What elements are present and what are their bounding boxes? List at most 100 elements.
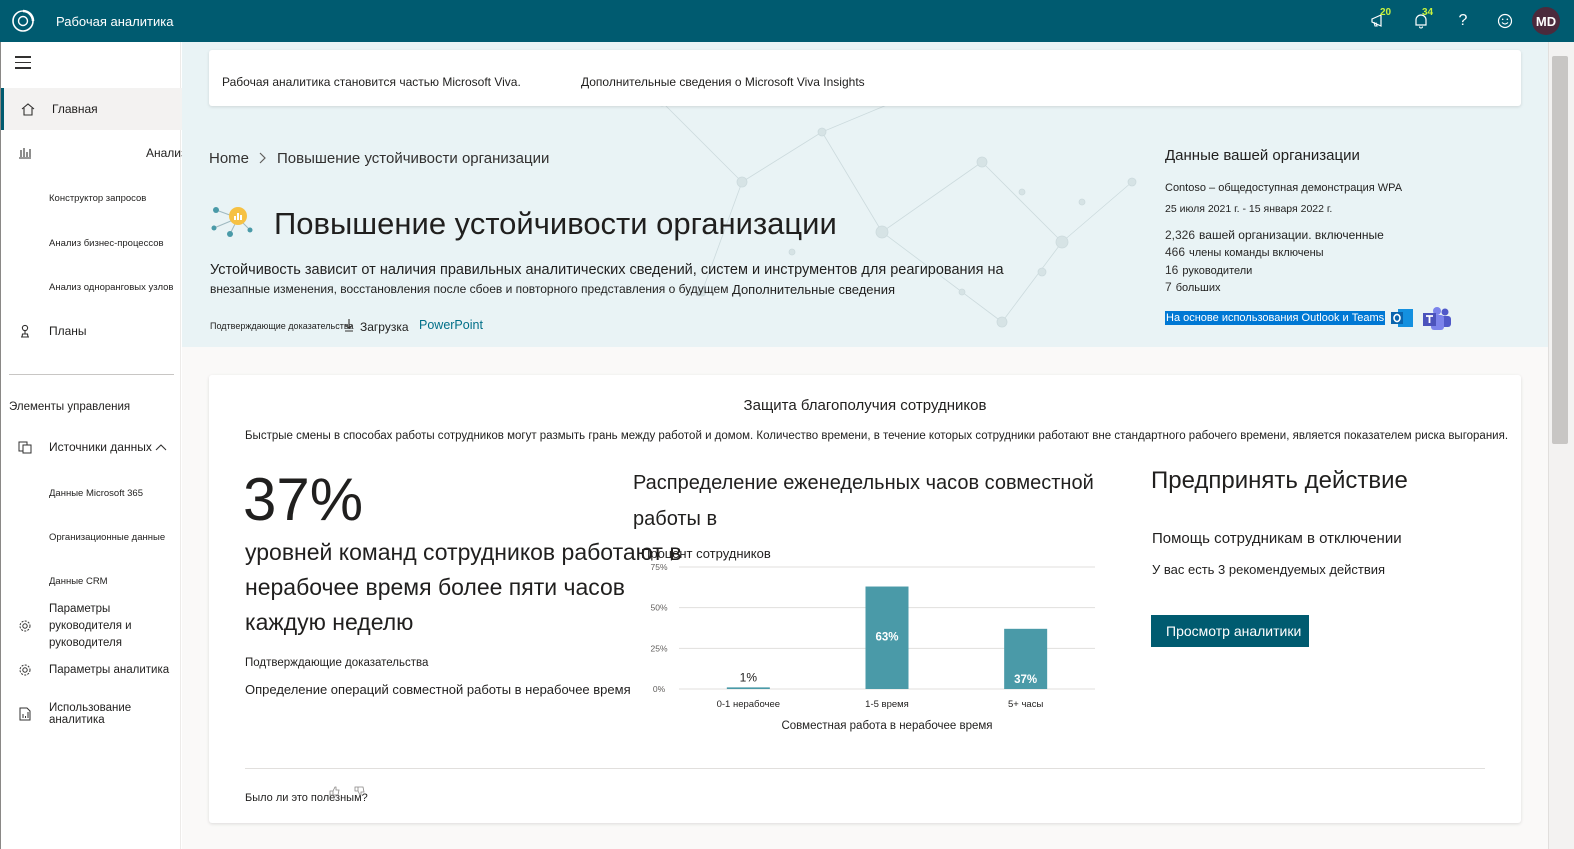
sidebar-item-m365-data[interactable]: Данные Microsoft 365 <box>1 483 182 503</box>
org-employees-label: вашей организации. включенные <box>1199 228 1384 242</box>
sidebar-item-crm-data[interactable]: Данные CRM <box>1 571 182 591</box>
bar-value-label: 1% <box>740 670 758 684</box>
chevron-up-icon[interactable] <box>155 438 167 456</box>
sidebar-section-title: Элементы управления <box>9 401 131 413</box>
stat-description: уровней команд сотрудников работают в не… <box>245 539 682 635</box>
outlook-icon <box>1391 309 1413 327</box>
sidebar-item-label: Данные CRM <box>49 575 108 587</box>
sidebar-item-peer-analysis[interactable]: Анализ одноранговых узлов <box>1 277 182 297</box>
org-team-count: 466 <box>1165 245 1186 259</box>
page-title: Повышение устойчивости организации <box>274 206 837 241</box>
org-based-on-text: На основе использования Outlook и Teams <box>1165 311 1386 325</box>
sidebar-item-org-data[interactable]: Организационные данные <box>1 527 182 547</box>
org-more-label: больших <box>1175 282 1221 294</box>
teams-icon <box>1423 307 1451 330</box>
x-axis-label: Совместная работа в нерабочее время <box>781 720 992 732</box>
breadcrumb-current: Повышение устойчивости организации <box>277 150 550 167</box>
plans-icon <box>17 323 33 339</box>
y-tick-label: 50% <box>650 603 667 613</box>
notifications-badge: 34 <box>1422 7 1434 18</box>
card-title: Защита благополучия сотрудников <box>743 397 987 414</box>
app-title[interactable]: Рабочая аналитика <box>56 14 173 29</box>
card-description: Быстрые смены в способах работы сотрудни… <box>245 430 1509 442</box>
sidebar: Главная Анализ Конструктор запросов Анал… <box>0 42 187 849</box>
sidebar-item-label: Организационные данные <box>49 531 166 543</box>
breadcrumb: Home Повышение устойчивости организации <box>209 150 549 167</box>
hero-description-line2: внезапные изменения, восстановления посл… <box>210 282 729 296</box>
sidebar-item-business-process[interactable]: Анализ бизнес-процессов <box>1 233 182 253</box>
sidebar-item-analyst-usage[interactable]: Использование аналитика <box>1 702 182 726</box>
y-tick-label: 0% <box>653 684 666 694</box>
org-employees-count: 2,326 <box>1165 228 1196 242</box>
hero-description-line1: Устойчивость зависит от наличия правильн… <box>210 262 1004 278</box>
home-icon <box>20 101 36 117</box>
banner-text: Рабочая аналитика становится частью Micr… <box>222 75 521 89</box>
sidebar-item-label: Использование аналитика <box>49 702 132 726</box>
org-tenant: Contoso – общедоступная демонстрация WPA <box>1165 182 1403 194</box>
collab-hours-bar-chart: Процент сотрудников 0% 25% 50% 75% 1% 0-1 нера… <box>641 546 1095 732</box>
sidebar-item-analysis[interactable]: Анализ <box>1 138 187 168</box>
x-tick-label: 5+ часы <box>1008 699 1043 710</box>
help-button[interactable]: ? <box>1442 0 1484 42</box>
org-employees: 2,326 вашей организации. включенные <box>1165 228 1384 242</box>
resilience-network-icon <box>211 207 253 237</box>
sidebar-item-analyst-settings[interactable]: Параметры аналитика <box>1 658 182 682</box>
sidebar-divider <box>9 374 174 375</box>
thumbs-up-icon[interactable] <box>329 786 344 799</box>
scrollbar-thumb[interactable] <box>1552 56 1568 444</box>
sidebar-item-home[interactable]: Главная <box>1 88 182 130</box>
download-button[interactable]: Загрузка <box>344 318 409 335</box>
evidence-label: Подтверждающие доказательства <box>210 321 354 331</box>
sidebar-item-plans[interactable]: Планы <box>1 318 182 344</box>
hero-learn-more-link[interactable]: Дополнительные сведения <box>732 282 895 297</box>
org-managers-label: руководители <box>1182 265 1253 277</box>
thumbs-down-icon[interactable] <box>354 786 366 799</box>
feedback-button[interactable] <box>1484 0 1526 42</box>
org-team-label: члены команды включены <box>1189 247 1324 259</box>
notifications-button[interactable]: 34 <box>1400 0 1442 42</box>
sidebar-item-label: Анализ бизнес-процессов <box>49 237 164 249</box>
top-bar: Рабочая аналитика 20 34 ? MD <box>0 0 1574 42</box>
org-more-count: 7 <box>1165 280 1172 294</box>
wellbeing-card: Защита благополучия сотрудников Быстрые … <box>209 375 1521 823</box>
data-sources-icon <box>17 439 33 455</box>
card-divider <box>245 768 1485 769</box>
breadcrumb-home-link[interactable]: Home <box>209 150 249 167</box>
smiley-icon <box>1497 13 1513 29</box>
sidebar-item-query-builder[interactable]: Конструктор запросов <box>1 188 182 208</box>
view-insights-button[interactable]: Просмотр аналитики <box>1151 615 1309 647</box>
gear-icon <box>17 662 33 678</box>
sidebar-item-label: Параметры руководителя и руководителя <box>49 602 132 649</box>
x-tick-label: 0-1 нерабочее <box>717 699 781 710</box>
hamburger-menu-icon[interactable] <box>15 56 31 70</box>
chart-title: Распределение еженедельных часов совмест… <box>633 472 1094 530</box>
sidebar-item-label: Главная <box>52 102 98 116</box>
card-evidence-label: Подтверждающие доказательства <box>245 657 429 669</box>
sidebar-item-data-sources[interactable]: Источники данных <box>1 435 182 459</box>
sidebar-item-label: Анализ одноранговых узлов <box>49 281 174 293</box>
org-more: 7 больших <box>1165 280 1220 294</box>
sidebar-item-label: Анализ <box>146 146 187 160</box>
banner-learn-more-link[interactable]: Дополнительные сведения о Microsoft Viva… <box>581 75 865 89</box>
org-data-title: Данные вашей организации <box>1165 147 1360 164</box>
definition-link[interactable]: Определение операций совместной работы в… <box>245 682 631 697</box>
chevron-right-icon <box>259 151 267 167</box>
sidebar-item-label: Планы <box>49 324 87 338</box>
help-icon: ? <box>1458 12 1468 29</box>
x-tick-label: 1-5 время <box>865 699 909 710</box>
sidebar-item-label: Конструктор запросов <box>49 192 147 204</box>
action-title: Предпринять действие <box>1151 467 1408 494</box>
announcements-badge: 20 <box>1380 7 1392 18</box>
bar-chart-icon <box>17 145 33 161</box>
announcements-button[interactable]: 20 <box>1358 0 1400 42</box>
main-content: Рабочая аналитика становится частью Micr… <box>182 42 1548 849</box>
feedback-icons <box>329 786 366 799</box>
sidebar-item-manager-settings[interactable]: Параметры руководителя и руководителя <box>1 603 182 649</box>
sidebar-item-label: Данные Microsoft 365 <box>49 487 143 499</box>
user-avatar[interactable]: MD <box>1532 7 1560 35</box>
workplace-analytics-logo-icon[interactable] <box>10 8 36 34</box>
org-team-members: 466 члены команды включены <box>1165 245 1324 259</box>
bar-1 <box>726 687 770 689</box>
powerpoint-link[interactable]: PowerPoint <box>419 318 483 332</box>
y-tick-label: 75% <box>650 562 667 572</box>
